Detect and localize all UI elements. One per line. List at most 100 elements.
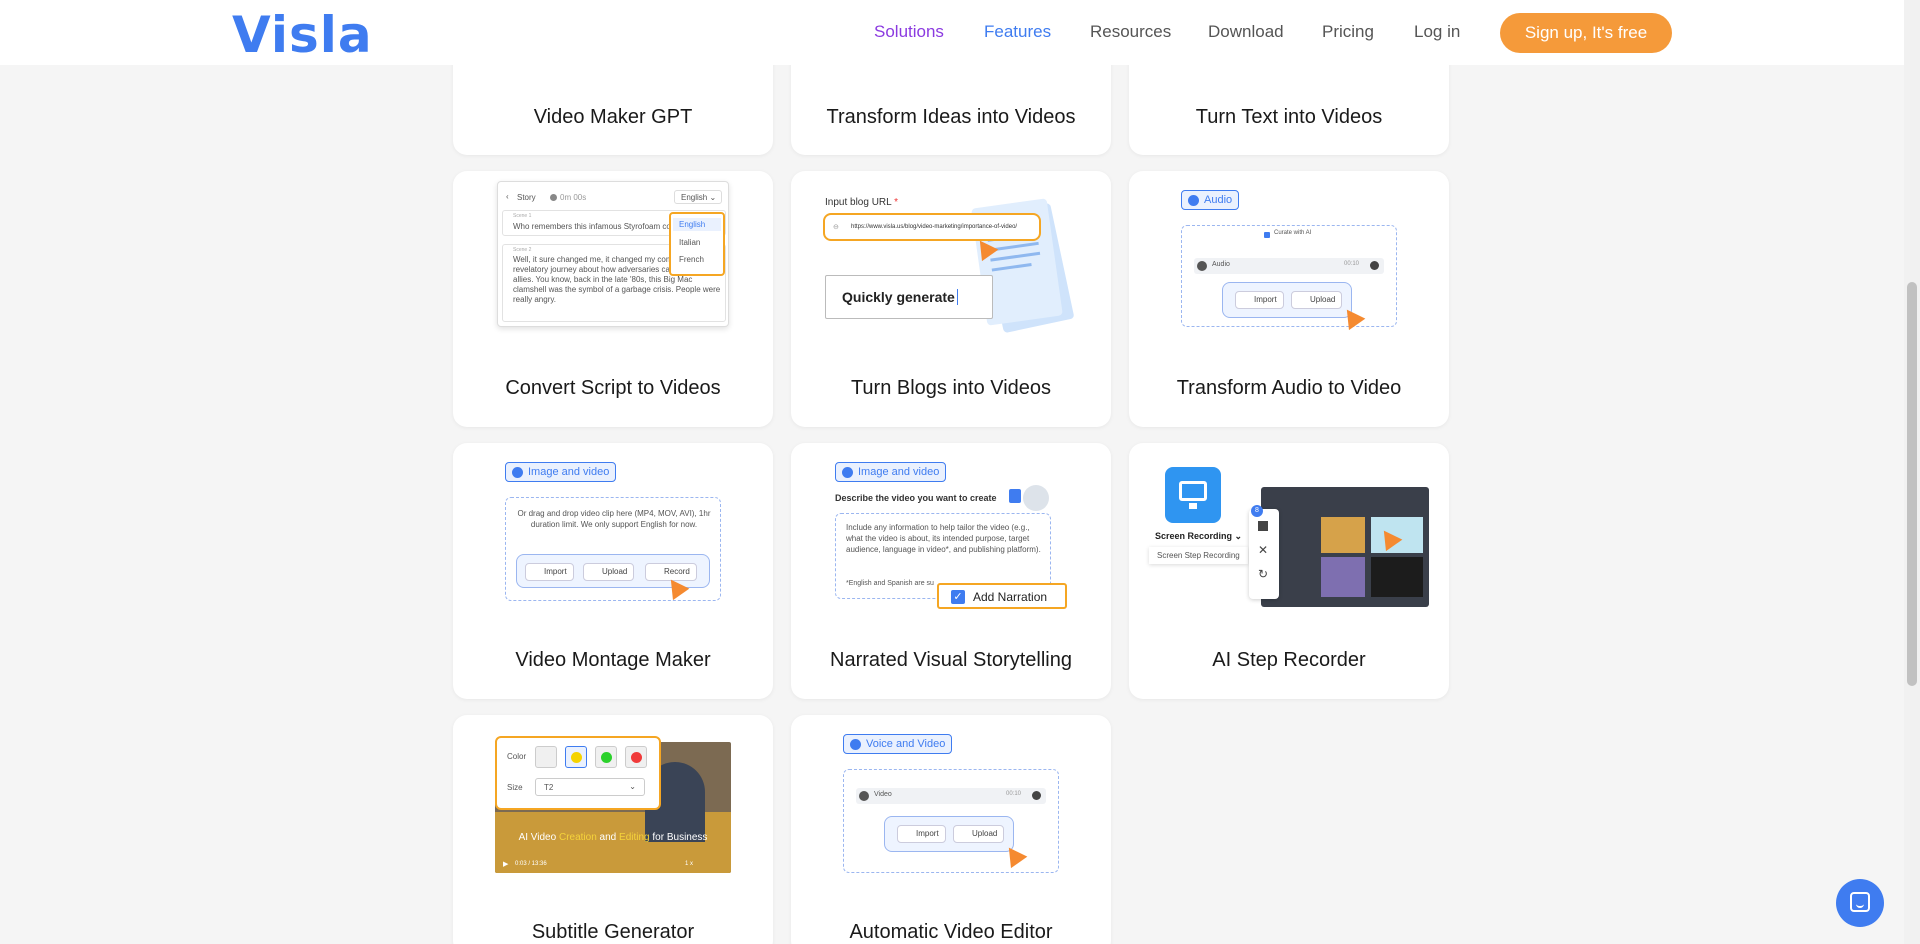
card-video-maker-gpt[interactable]: Video Maker GPT bbox=[453, 50, 773, 155]
caption-part1: AI Video bbox=[518, 832, 559, 843]
caption-part3: for Business bbox=[649, 832, 708, 843]
montage-pill-label: Image and video bbox=[528, 466, 610, 478]
scene1-text: Who remembers this infamous Styrofoam co… bbox=[513, 222, 682, 231]
upload-label: Upload bbox=[1310, 295, 1336, 304]
upload-label: Upload bbox=[972, 829, 998, 838]
language-select: English ⌄ bbox=[674, 190, 722, 204]
card-transform-audio[interactable]: Audio Curate with AI Audio 00:10 Import … bbox=[1129, 171, 1449, 427]
size-label: Size bbox=[507, 783, 523, 792]
card-title: AI Step Recorder bbox=[1212, 649, 1366, 671]
import-label: Import bbox=[916, 829, 939, 838]
language-option-english: English bbox=[673, 218, 721, 231]
card-subtitle-generator[interactable]: AI Video Creation and Editing for Busine… bbox=[453, 715, 773, 944]
nav-solutions[interactable]: Solutions bbox=[874, 22, 944, 42]
card-title: Turn Text into Videos bbox=[1195, 106, 1383, 128]
import-button: Import bbox=[525, 563, 574, 581]
play-icon bbox=[859, 791, 869, 801]
screen-recording-option: Screen Recording ⌄ bbox=[1155, 531, 1243, 541]
clock-icon bbox=[550, 194, 557, 201]
nav-pricing[interactable]: Pricing bbox=[1322, 22, 1374, 42]
chat-support-button[interactable] bbox=[1836, 879, 1884, 927]
doc-icon bbox=[1009, 489, 1021, 503]
close-icon bbox=[1032, 791, 1041, 800]
audio-track: Audio 00:10 bbox=[1194, 258, 1384, 274]
step-badge: 8 bbox=[1251, 505, 1263, 517]
upload-button: Upload bbox=[1291, 291, 1343, 309]
card-convert-script[interactable]: ‹ Story 0m 00s English ⌄ Scene 1 Who rem… bbox=[453, 171, 773, 427]
color-swatch-red bbox=[625, 746, 647, 768]
scrollbar-thumb[interactable] bbox=[1907, 282, 1917, 686]
voice-icon bbox=[850, 739, 861, 750]
color-swatch-none bbox=[535, 746, 557, 768]
play-icon bbox=[1197, 261, 1207, 271]
prompt-box: Quickly generate bbox=[825, 275, 993, 319]
chat-icon bbox=[1850, 892, 1870, 912]
audio-pill: Audio bbox=[1181, 190, 1240, 210]
audio-drop-area: Curate with AI Audio 00:10 Import Upload bbox=[1181, 225, 1397, 331]
page-scrollbar[interactable] bbox=[1904, 0, 1920, 944]
monitor-icon bbox=[1165, 467, 1221, 523]
nav-features[interactable]: Features bbox=[984, 22, 1051, 42]
nav-login[interactable]: Log in bbox=[1414, 22, 1460, 42]
chevron-left-icon: ‹ bbox=[506, 192, 509, 201]
blog-url-field: ⊖ https://www.visla.us/blog/video-market… bbox=[823, 213, 1041, 241]
nav-resources[interactable]: Resources bbox=[1090, 22, 1171, 42]
typing-text: Quickly generate bbox=[842, 289, 958, 305]
import-label: Import bbox=[1254, 295, 1277, 304]
card-narrated-storytelling[interactable]: Image and video Describe the video you w… bbox=[791, 443, 1111, 699]
montage-hint: Or drag and drop video clip here (MP4, M… bbox=[517, 509, 711, 529]
card-auto-video-editor[interactable]: Voice and Video Video 00:10 Import Uploa… bbox=[791, 715, 1111, 944]
import-button: Import bbox=[897, 825, 946, 843]
card-title: Subtitle Generator bbox=[531, 921, 695, 943]
card-turn-blogs[interactable]: Input blog URL * ⊖ https://www.visla.us/… bbox=[791, 171, 1111, 427]
video-time: 0:03 / 13:36 bbox=[515, 861, 547, 867]
card-title: Automatic Video Editor bbox=[849, 921, 1053, 943]
voice-video-pill: Voice and Video bbox=[843, 734, 953, 754]
card-ai-step-recorder[interactable]: Screen Recording ⌄ Screen Step Recording… bbox=[1129, 443, 1449, 699]
recorder-toolbar: 8 ✕ ↻ bbox=[1249, 505, 1279, 599]
language-option-french: French bbox=[679, 255, 704, 264]
narrated-hint: Include any information to help tailor t… bbox=[846, 523, 1041, 554]
audio-button-group: Import Upload bbox=[1222, 282, 1352, 318]
close-icon bbox=[1370, 261, 1379, 270]
chevron-down-icon: ⌄ bbox=[629, 782, 636, 791]
size-select: T2 ⌄ bbox=[535, 778, 645, 796]
card-title: Convert Script to Videos bbox=[505, 377, 721, 399]
blog-illustration: Input blog URL * ⊖ https://www.visla.us/… bbox=[821, 191, 1081, 341]
color-swatch-green bbox=[595, 746, 617, 768]
subtitle-style-panel: Color Size T2 ⌄ bbox=[495, 736, 661, 810]
blog-url-value: https://www.visla.us/blog/video-marketin… bbox=[851, 224, 1018, 230]
narrated-note: *English and Spanish are su bbox=[846, 580, 934, 587]
card-transform-ideas[interactable]: Transform Ideas into Videos bbox=[791, 50, 1111, 155]
card-title: Video Maker GPT bbox=[533, 106, 693, 128]
video-track-label: Video bbox=[874, 791, 892, 798]
script-illustration: ‹ Story 0m 00s English ⌄ Scene 1 Who rem… bbox=[497, 181, 729, 327]
narrated-heading: Describe the video you want to create bbox=[835, 493, 997, 503]
nav-download[interactable]: Download bbox=[1208, 22, 1284, 42]
subtitle-caption: AI Video Creation and Editing for Busine… bbox=[495, 832, 731, 843]
card-title: Video Montage Maker bbox=[515, 649, 711, 671]
montage-drop-area: Or drag and drop video clip here (MP4, M… bbox=[505, 497, 721, 601]
language-option-italian: Italian bbox=[679, 238, 701, 247]
audio-pill-icon bbox=[1188, 195, 1199, 206]
screen-step-recording-option: Screen Step Recording bbox=[1149, 547, 1248, 564]
image-video-pill: Image and video bbox=[505, 462, 617, 482]
color-swatch-yellow bbox=[565, 746, 587, 768]
script-duration: 0m 00s bbox=[560, 193, 587, 202]
signup-button[interactable]: Sign up, It's free bbox=[1500, 13, 1672, 53]
card-title: Transform Ideas into Videos bbox=[826, 106, 1076, 128]
robot-icon bbox=[1023, 485, 1049, 511]
site-header: Visla Solutions Features Resources Downl… bbox=[0, 0, 1904, 65]
audio-pill-label: Audio bbox=[1204, 194, 1233, 206]
editor-drop-area: Video 00:10 Import Upload bbox=[843, 769, 1059, 873]
option1-label: Screen Recording bbox=[1155, 531, 1233, 541]
link-icon: ⊖ bbox=[833, 224, 839, 231]
language-selected: English bbox=[681, 193, 708, 202]
visla-logo[interactable]: Visla bbox=[232, 6, 373, 64]
card-title: Turn Blogs into Videos bbox=[850, 377, 1052, 399]
audio-track-label: Audio bbox=[1212, 261, 1230, 268]
editor-pill-label: Voice and Video bbox=[866, 738, 946, 750]
color-label: Color bbox=[507, 752, 527, 761]
card-turn-text[interactable]: Turn Text into Videos bbox=[1129, 50, 1449, 155]
card-video-montage[interactable]: Image and video Or drag and drop video c… bbox=[453, 443, 773, 699]
